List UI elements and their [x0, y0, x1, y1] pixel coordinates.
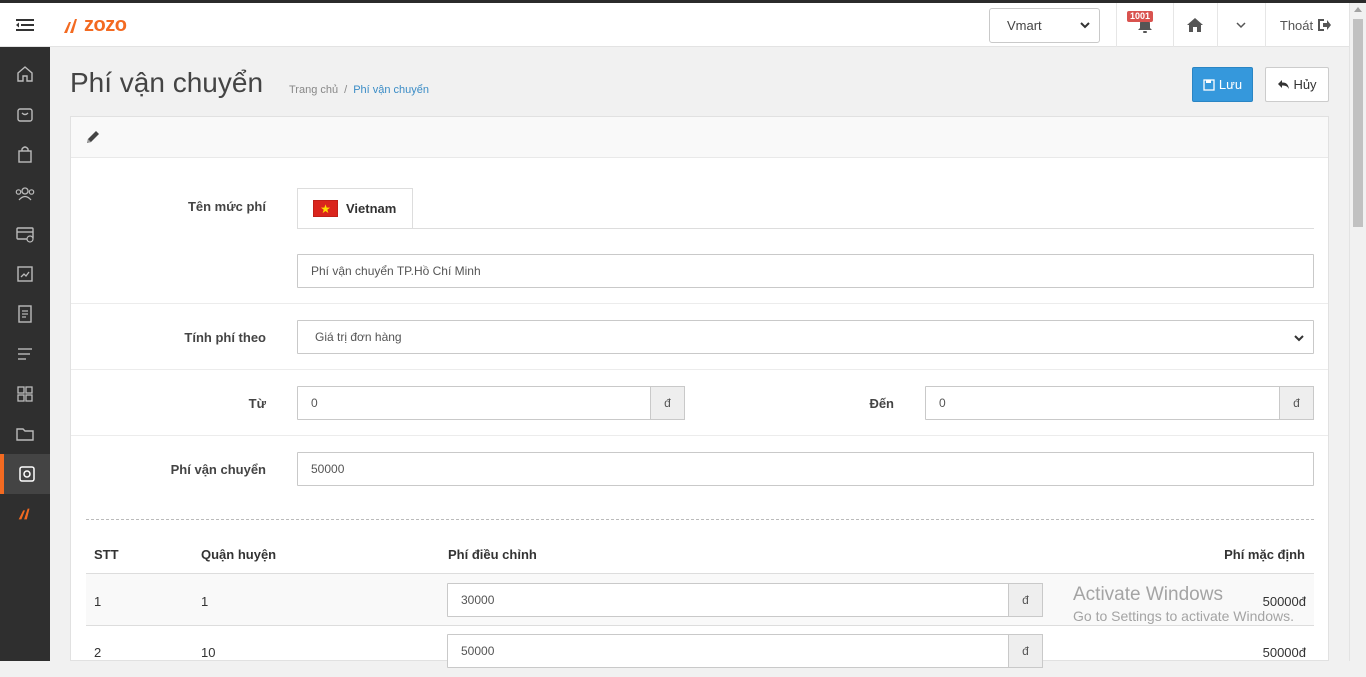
- sidebar: [0, 47, 50, 661]
- zozo-logo-icon: [64, 18, 77, 33]
- column-header-district: Quận huyện: [201, 547, 277, 562]
- breadcrumb-home-link[interactable]: Trang chủ: [289, 84, 338, 96]
- row-district: 10: [201, 645, 216, 660]
- cancel-label: Hủy: [1293, 77, 1317, 92]
- card-header: [71, 117, 1328, 158]
- shipping-fee-input[interactable]: 50000: [297, 452, 1314, 486]
- hamburger-icon: [16, 19, 34, 31]
- sidebar-item-settings[interactable]: [0, 454, 50, 494]
- store-select-value: Vmart: [1007, 18, 1042, 33]
- row-district: 1: [201, 594, 209, 609]
- chevron-down-icon: [1236, 22, 1246, 29]
- row-stt: 1: [94, 594, 102, 609]
- apps-icon: [17, 386, 33, 402]
- sign-out-icon: [1318, 19, 1332, 31]
- list-icon: [18, 348, 32, 360]
- tab-divider: [297, 228, 1314, 229]
- chevron-down-icon: [1294, 335, 1304, 342]
- chevron-down-icon: [1080, 22, 1090, 29]
- logo[interactable]: zozo: [62, 14, 127, 37]
- fee-name-input[interactable]: Phí vận chuyển TP.Hồ Chí Minh: [297, 254, 1314, 288]
- brand-icon: [18, 508, 30, 520]
- settings-icon: [19, 466, 35, 482]
- sidebar-item-reports[interactable]: [0, 254, 50, 294]
- breadcrumb-separator: /: [344, 84, 348, 96]
- sidebar-item-apps[interactable]: [0, 374, 50, 414]
- currency-addon: đ: [1008, 583, 1043, 617]
- cancel-button[interactable]: Hủy: [1265, 67, 1329, 102]
- notification-button[interactable]: 1001: [1117, 3, 1173, 47]
- sidebar-item-content[interactable]: [0, 294, 50, 334]
- to-input[interactable]: 0: [925, 386, 1281, 420]
- currency-addon: đ: [1279, 386, 1314, 420]
- adjusted-fee-input[interactable]: 50000: [447, 634, 1010, 668]
- tab-vietnam-label: Vietnam: [346, 201, 397, 216]
- column-header-default-fee: Phí mặc định: [1224, 547, 1305, 562]
- adjusted-fee-input[interactable]: 30000: [447, 583, 1010, 617]
- table-row: 2 10 50000 đ 50000đ: [86, 625, 1314, 677]
- currency-addon: đ: [650, 386, 685, 420]
- home-icon: [17, 66, 33, 82]
- activation-watermark-subtitle: Go to Settings to activate Windows.: [1073, 608, 1294, 624]
- home-icon: [1187, 18, 1203, 32]
- scroll-up-arrow[interactable]: [1354, 7, 1362, 12]
- row-stt: 2: [94, 645, 102, 660]
- pencil-icon: [87, 131, 99, 143]
- notification-badge: 1001: [1127, 11, 1154, 22]
- divider: [71, 369, 1328, 370]
- divider: [71, 435, 1328, 436]
- folder-icon: [16, 428, 34, 441]
- sidebar-item-menu[interactable]: [0, 334, 50, 374]
- sidebar-item-orders[interactable]: [0, 94, 50, 134]
- row-default-fee: 50000đ: [1262, 645, 1306, 660]
- sidebar-item-home[interactable]: [0, 54, 50, 94]
- save-button[interactable]: Lưu: [1192, 67, 1253, 102]
- report-icon: [17, 266, 33, 282]
- divider: [71, 303, 1328, 304]
- to-label: Đến: [869, 396, 894, 411]
- from-label: Từ: [248, 396, 266, 411]
- currency-addon: đ: [1008, 634, 1043, 668]
- column-header-stt: STT: [94, 547, 119, 562]
- calc-by-select[interactable]: Giá trị đơn hàng: [297, 320, 1314, 354]
- breadcrumb-current[interactable]: Phí vận chuyển: [353, 84, 429, 96]
- calc-by-value: Giá trị đơn hàng: [315, 330, 402, 344]
- sidebar-item-customers[interactable]: [0, 174, 50, 214]
- row-default-fee: 50000đ: [1262, 594, 1306, 609]
- sidebar-item-files[interactable]: [0, 414, 50, 454]
- activation-watermark-title: Activate Windows: [1073, 584, 1223, 605]
- product-bag-icon: [18, 146, 32, 163]
- user-menu-button[interactable]: [1218, 3, 1264, 47]
- page-title: Phí vận chuyển: [70, 67, 264, 98]
- reply-arrow-icon: [1278, 80, 1290, 89]
- logo-text: zozo: [84, 14, 127, 36]
- logout-label: Thoát: [1279, 17, 1314, 33]
- sidebar-item-products[interactable]: [0, 134, 50, 174]
- shipping-fee-label: Phí vận chuyển: [170, 462, 266, 477]
- logout-button[interactable]: Thoát: [1266, 3, 1346, 47]
- sidebar-item-promotions[interactable]: [0, 214, 50, 254]
- fee-name-label: Tên mức phí: [187, 199, 266, 214]
- menu-toggle-button[interactable]: [0, 3, 50, 47]
- floppy-disk-icon: [1203, 78, 1215, 91]
- users-icon: [15, 187, 35, 201]
- form-card: Tên mức phí ★ Vietnam Phí vận chuyển TP.…: [70, 116, 1329, 668]
- home-button[interactable]: [1174, 3, 1216, 47]
- column-header-adjusted-fee: Phí điều chỉnh: [448, 547, 537, 562]
- promotion-card-icon: [16, 227, 34, 243]
- shopping-bag-icon: [17, 108, 33, 122]
- section-divider: [86, 519, 1314, 520]
- breadcrumb: Trang chủ / Phí vận chuyển: [289, 84, 429, 96]
- top-navbar: zozo Vmart 1001 Thoát: [0, 3, 1349, 47]
- save-label: Lưu: [1218, 77, 1243, 92]
- tab-vietnam[interactable]: ★ Vietnam: [297, 188, 413, 229]
- store-select[interactable]: Vmart: [989, 8, 1100, 43]
- from-input[interactable]: 0: [297, 386, 652, 420]
- sidebar-item-brand[interactable]: [0, 494, 50, 534]
- vietnam-flag-icon: ★: [313, 200, 338, 217]
- page-scrollbar[interactable]: [1349, 3, 1366, 661]
- document-icon: [18, 305, 32, 323]
- scroll-thumb[interactable]: [1353, 19, 1363, 227]
- calc-by-label: Tính phí theo: [184, 330, 266, 345]
